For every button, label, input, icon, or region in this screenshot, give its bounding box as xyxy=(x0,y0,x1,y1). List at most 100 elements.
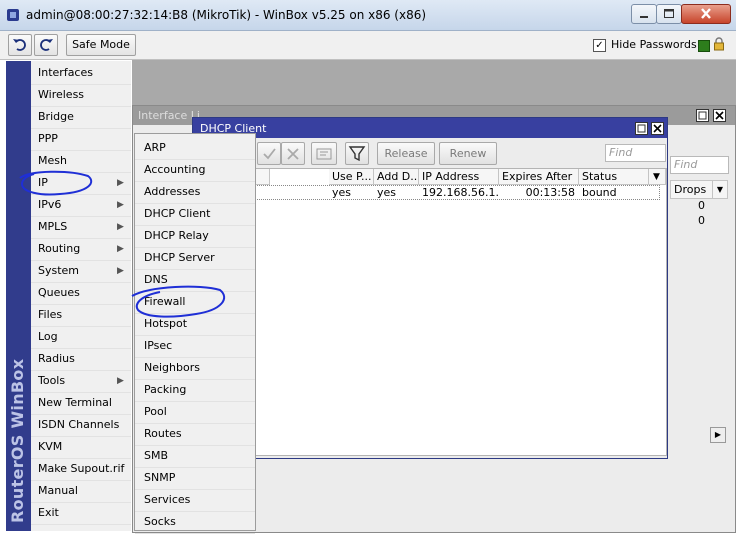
release-button[interactable]: Release xyxy=(377,142,435,165)
window-title: admin@08:00:27:32:14:B8 (MikroTik) - Win… xyxy=(26,8,427,22)
ip-submenu-item-addresses[interactable]: Addresses xyxy=(135,181,255,204)
enable-button[interactable] xyxy=(257,142,281,165)
menu-item-queues[interactable]: Queues xyxy=(31,282,131,305)
ip-submenu-item-arp[interactable]: ARP xyxy=(135,137,255,160)
ip-submenu-item-ipsec[interactable]: IPsec xyxy=(135,335,255,358)
dhcp-client-maximize-button[interactable] xyxy=(635,122,648,135)
submenu-arrow-icon: ▶ xyxy=(117,244,124,254)
menu-item-bridge[interactable]: Bridge xyxy=(31,106,131,129)
menu-item-isdn-channels[interactable]: ISDN Channels xyxy=(31,414,131,437)
minimize-icon xyxy=(640,16,648,18)
submenu-item-label: Routes xyxy=(144,427,182,440)
dhcp-client-title-bar[interactable]: DHCP Client xyxy=(193,118,667,138)
dhcp-find-input[interactable]: Find xyxy=(605,144,666,162)
filter-button[interactable] xyxy=(345,142,369,165)
column-header-use-peer-dns[interactable]: Use P... xyxy=(329,169,374,185)
disable-button[interactable] xyxy=(281,142,305,165)
comment-icon xyxy=(316,148,332,160)
menu-item-wireless[interactable]: Wireless xyxy=(31,84,131,107)
drops-value: 0 xyxy=(698,199,705,212)
column-header-status[interactable]: Status xyxy=(579,169,649,185)
menu-item-exit[interactable]: Exit xyxy=(31,502,131,525)
column-dropdown-icon[interactable]: ▼ xyxy=(649,169,666,185)
menu-item-manual[interactable]: Manual xyxy=(31,480,131,503)
submenu-item-label: SMB xyxy=(144,449,169,462)
check-icon xyxy=(263,148,276,160)
menu-item-mpls[interactable]: MPLS ▶ xyxy=(31,216,131,239)
menu-item-system[interactable]: System ▶ xyxy=(31,260,131,283)
menu-item-label: Queues xyxy=(38,286,80,299)
submenu-arrow-icon: ▶ xyxy=(117,200,124,210)
close-window-button[interactable] xyxy=(681,4,731,24)
interface-list-find-input[interactable]: Find xyxy=(670,156,729,174)
ip-submenu-item-dns[interactable]: DNS xyxy=(135,269,255,292)
drops-column-header[interactable]: Drops xyxy=(670,180,715,199)
safe-mode-button[interactable]: Safe Mode xyxy=(66,34,136,56)
column-header-add-default-route[interactable]: Add D... xyxy=(374,169,419,185)
interface-list-maximize-button[interactable] xyxy=(696,109,709,122)
lock-icon xyxy=(714,37,724,51)
brand-sidebar: RouterOS WinBox xyxy=(6,61,31,531)
column-header-ip-address[interactable]: IP Address xyxy=(419,169,499,185)
dhcp-client-close-button[interactable] xyxy=(651,122,664,135)
maximize-icon xyxy=(664,9,674,18)
maximize-window-button[interactable] xyxy=(656,4,682,24)
menu-item-kvm[interactable]: KVM xyxy=(31,436,131,459)
menu-item-new-terminal[interactable]: New Terminal xyxy=(31,392,131,415)
submenu-item-label: Firewall xyxy=(144,295,186,308)
menu-item-label: Tools xyxy=(38,374,66,387)
ip-submenu-item-dhcp-server[interactable]: DHCP Server xyxy=(135,247,255,270)
scroll-right-icon[interactable]: ▶ xyxy=(710,427,726,443)
undo-button[interactable] xyxy=(8,34,32,56)
ip-submenu-item-hotspot[interactable]: Hotspot xyxy=(135,313,255,336)
drops-value: 0 xyxy=(698,214,705,227)
submenu-item-label: DHCP Client xyxy=(144,207,211,220)
ip-submenu-item-pool[interactable]: Pool xyxy=(135,401,255,424)
menu-item-tools[interactable]: Tools ▶ xyxy=(31,370,131,393)
ip-submenu-item-neighbors[interactable]: Neighbors xyxy=(135,357,255,380)
menu-item-label: Wireless xyxy=(38,88,85,101)
maximize-icon xyxy=(637,124,646,133)
menu-item-radius[interactable]: Radius xyxy=(31,348,131,371)
dhcp-client-window: DHCP Client Release Renew Find ce Use P.… xyxy=(192,117,668,459)
ip-submenu-item-accounting[interactable]: Accounting xyxy=(135,159,255,182)
close-icon xyxy=(715,111,724,120)
menu-item-label: Radius xyxy=(38,352,75,365)
menu-item-label: Manual xyxy=(38,484,78,497)
ip-submenu-item-smb[interactable]: SMB xyxy=(135,445,255,468)
interface-list-close-button[interactable] xyxy=(713,109,726,122)
redo-button[interactable] xyxy=(34,34,58,56)
hide-passwords-checkbox[interactable]: ✓ xyxy=(593,39,606,52)
ip-submenu-item-snmp[interactable]: SNMP xyxy=(135,467,255,490)
menu-item-ip[interactable]: IP ▶ xyxy=(31,172,131,195)
menu-item-label: IPv6 xyxy=(38,198,62,211)
use-peer-dns-cell: yes xyxy=(332,186,352,199)
column-header-expires-after[interactable]: Expires After xyxy=(499,169,579,185)
ip-submenu-item-dhcp-client[interactable]: DHCP Client xyxy=(135,203,255,226)
submenu-item-label: DHCP Server xyxy=(144,251,215,264)
minimize-window-button[interactable] xyxy=(631,4,657,24)
ip-submenu-item-packing[interactable]: Packing xyxy=(135,379,255,402)
ip-submenu-item-routes[interactable]: Routes xyxy=(135,423,255,446)
ip-submenu-item-services[interactable]: Services xyxy=(135,489,255,512)
menu-item-ppp[interactable]: PPP xyxy=(31,128,131,151)
menu-item-files[interactable]: Files xyxy=(31,304,131,327)
column-dropdown-icon[interactable]: ▼ xyxy=(712,180,728,199)
menu-item-interfaces[interactable]: Interfaces xyxy=(31,62,131,85)
menu-item-label: MPLS xyxy=(38,220,68,233)
submenu-arrow-icon: ▶ xyxy=(117,376,124,386)
ip-submenu-item-dhcp-relay[interactable]: DHCP Relay xyxy=(135,225,255,248)
ip-address-cell: 192.168.56.1... xyxy=(422,186,499,199)
submenu-item-label: SNMP xyxy=(144,471,176,484)
comment-button[interactable] xyxy=(311,142,337,165)
menu-item-make-supout-rif[interactable]: Make Supout.rif xyxy=(31,458,131,481)
menu-item-mesh[interactable]: Mesh xyxy=(31,150,131,173)
menu-item-ipv6[interactable]: IPv6 ▶ xyxy=(31,194,131,217)
submenu-arrow-icon: ▶ xyxy=(117,266,124,276)
menu-item-label: Files xyxy=(38,308,63,321)
menu-item-routing[interactable]: Routing ▶ xyxy=(31,238,131,261)
menu-item-label: KVM xyxy=(38,440,63,453)
renew-button[interactable]: Renew xyxy=(439,142,497,165)
ip-submenu-item-firewall[interactable]: Firewall xyxy=(135,291,255,314)
menu-item-log[interactable]: Log xyxy=(31,326,131,349)
